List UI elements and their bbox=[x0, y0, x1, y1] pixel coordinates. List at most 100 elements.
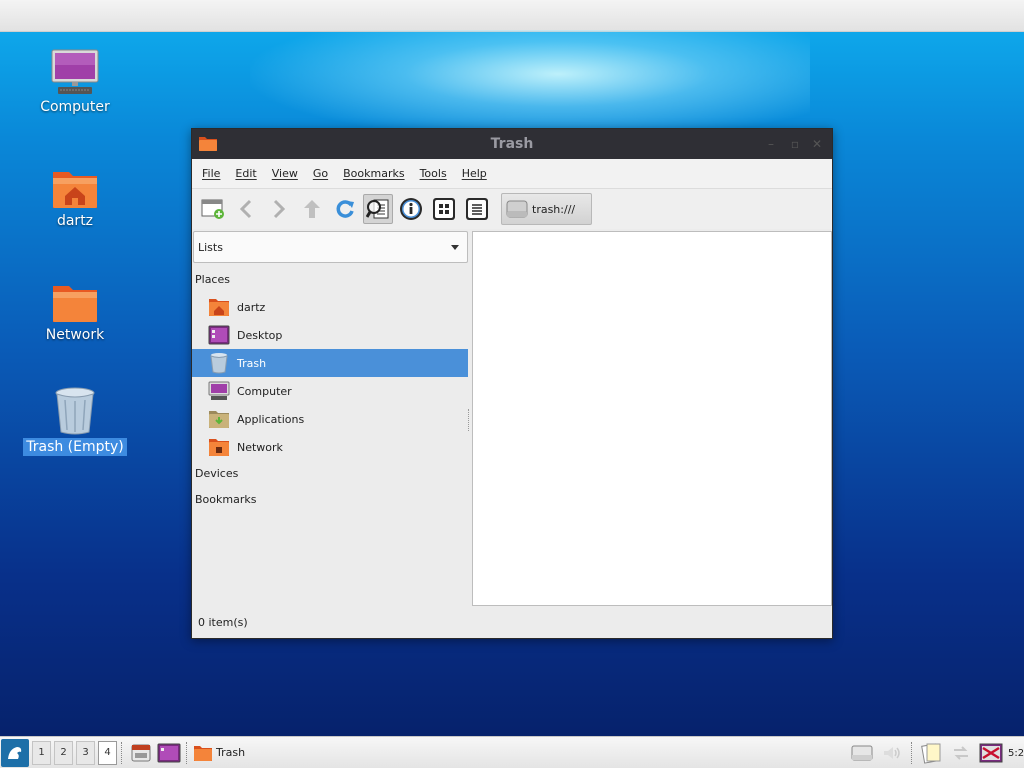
bookmarks-heading[interactable]: Bookmarks bbox=[192, 487, 468, 513]
minimize-button[interactable]: – bbox=[764, 137, 778, 151]
list-icon bbox=[466, 198, 488, 220]
show-desktop-icon bbox=[157, 743, 181, 762]
search-document-icon bbox=[366, 199, 389, 219]
place-network[interactable]: Network bbox=[192, 433, 468, 461]
reload-icon bbox=[336, 200, 354, 218]
reload-button[interactable] bbox=[330, 194, 360, 224]
side-pane-mode-select[interactable]: Lists bbox=[193, 231, 468, 263]
workspace-3[interactable]: 3 bbox=[76, 740, 95, 765]
launcher-file-manager[interactable] bbox=[128, 740, 154, 766]
taskbar-separator bbox=[121, 741, 122, 764]
menu-view[interactable]: View bbox=[272, 167, 298, 180]
home-folder-icon bbox=[53, 172, 97, 208]
menubar: File Edit View Go Bookmarks Tools Help bbox=[192, 159, 832, 189]
menu-bookmarks[interactable]: Bookmarks bbox=[343, 167, 404, 180]
drive-icon bbox=[506, 200, 528, 218]
place-applications[interactable]: Applications bbox=[192, 405, 468, 433]
desktop-icon-trash[interactable]: Trash (Empty) bbox=[23, 386, 127, 456]
up-button[interactable] bbox=[297, 194, 327, 224]
search-button[interactable] bbox=[363, 194, 393, 224]
place-dartz[interactable]: dartz bbox=[192, 293, 468, 321]
chevron-left-icon bbox=[239, 199, 252, 219]
new-tab-icon bbox=[201, 199, 224, 219]
place-label: Network bbox=[237, 440, 283, 454]
places-heading[interactable]: Places bbox=[192, 267, 468, 293]
network-folder-icon bbox=[53, 286, 97, 322]
window-titlebar[interactable]: Trash – ▫ ✕ bbox=[192, 129, 832, 159]
workspace-2[interactable]: 2 bbox=[54, 740, 73, 765]
computer-icon bbox=[208, 380, 230, 402]
tray-drive[interactable] bbox=[850, 741, 874, 765]
item-count: 0 item(s) bbox=[198, 615, 248, 629]
place-trash[interactable]: Trash bbox=[192, 349, 468, 377]
icon-view-button[interactable] bbox=[429, 194, 459, 224]
notes-icon bbox=[921, 743, 941, 764]
place-label: Trash bbox=[237, 356, 267, 370]
toolbar: trash:/// bbox=[192, 189, 832, 229]
app-menu-icon bbox=[8, 746, 22, 759]
task-label: Trash bbox=[216, 746, 246, 759]
menu-tools[interactable]: Tools bbox=[420, 167, 447, 180]
workspace-1[interactable]: 1 bbox=[32, 740, 51, 765]
place-label: Computer bbox=[237, 384, 292, 398]
desktop-icon-network[interactable]: Network bbox=[23, 280, 127, 344]
new-tab-button[interactable] bbox=[198, 194, 228, 224]
location-button[interactable]: trash:/// bbox=[501, 193, 592, 225]
side-pane: Lists Places dartz Desktop Trash Compute… bbox=[192, 229, 468, 601]
trash-icon bbox=[208, 352, 230, 374]
launcher-desktop[interactable] bbox=[156, 740, 182, 766]
list-view-button[interactable] bbox=[462, 194, 492, 224]
menu-file[interactable]: File bbox=[202, 167, 220, 180]
place-computer[interactable]: Computer bbox=[192, 377, 468, 405]
drive-icon bbox=[851, 745, 873, 761]
grid-icon bbox=[433, 198, 455, 220]
clock[interactable]: 5:24 bbox=[1008, 748, 1024, 759]
desktop-icon-label: dartz bbox=[56, 213, 94, 229]
computer-icon bbox=[51, 49, 99, 94]
place-label: Applications bbox=[237, 412, 305, 426]
home-folder-icon bbox=[208, 296, 230, 318]
forward-button[interactable] bbox=[264, 194, 294, 224]
system-tray: 5:24 bbox=[847, 737, 1024, 768]
back-button[interactable] bbox=[231, 194, 261, 224]
tray-display[interactable] bbox=[979, 741, 1003, 765]
applications-icon bbox=[208, 408, 230, 430]
pane-splitter[interactable] bbox=[468, 409, 470, 431]
chevron-down-icon bbox=[451, 245, 459, 250]
close-button[interactable]: ✕ bbox=[810, 137, 824, 151]
taskbar: 1 2 3 4 Trash 5:2 bbox=[0, 736, 1024, 768]
info-icon bbox=[400, 198, 422, 220]
menu-edit[interactable]: Edit bbox=[235, 167, 256, 180]
chevron-right-icon bbox=[273, 199, 286, 219]
place-desktop[interactable]: Desktop bbox=[192, 321, 468, 349]
desktop-icon-label: Network bbox=[45, 327, 105, 343]
maximize-button[interactable]: ▫ bbox=[788, 137, 802, 151]
tray-notes[interactable] bbox=[919, 741, 943, 765]
desktop-icon-computer[interactable]: Computer bbox=[23, 48, 127, 116]
taskbar-separator bbox=[186, 741, 187, 764]
file-list-pane[interactable] bbox=[472, 231, 832, 606]
menu-go[interactable]: Go bbox=[313, 167, 328, 180]
volume-icon bbox=[884, 747, 900, 759]
display-settings-icon bbox=[979, 743, 1003, 763]
workspace-4[interactable]: 4 bbox=[98, 740, 117, 765]
statusbar: 0 item(s) bbox=[192, 606, 832, 638]
file-manager-window: Trash – ▫ ✕ File Edit View Go Bookmarks … bbox=[191, 128, 833, 639]
taskbar-separator bbox=[911, 742, 912, 764]
network-arrows-icon bbox=[954, 746, 968, 760]
tray-network[interactable] bbox=[949, 741, 973, 765]
location-text: trash:/// bbox=[532, 202, 576, 216]
devices-heading[interactable]: Devices bbox=[192, 461, 468, 487]
window-title: Trash bbox=[490, 136, 534, 152]
menu-help[interactable]: Help bbox=[462, 167, 487, 180]
properties-button[interactable] bbox=[396, 194, 426, 224]
desktop-icon-dartz[interactable]: dartz bbox=[23, 166, 127, 230]
task-trash-window[interactable]: Trash bbox=[191, 740, 245, 766]
place-label: Desktop bbox=[237, 328, 283, 342]
arrow-up-icon bbox=[304, 200, 320, 218]
side-pane-mode-value: Lists bbox=[198, 240, 223, 254]
trash-icon bbox=[55, 387, 95, 435]
start-menu-button[interactable] bbox=[1, 738, 29, 767]
file-manager-icon bbox=[131, 744, 151, 761]
tray-volume[interactable] bbox=[880, 741, 904, 765]
